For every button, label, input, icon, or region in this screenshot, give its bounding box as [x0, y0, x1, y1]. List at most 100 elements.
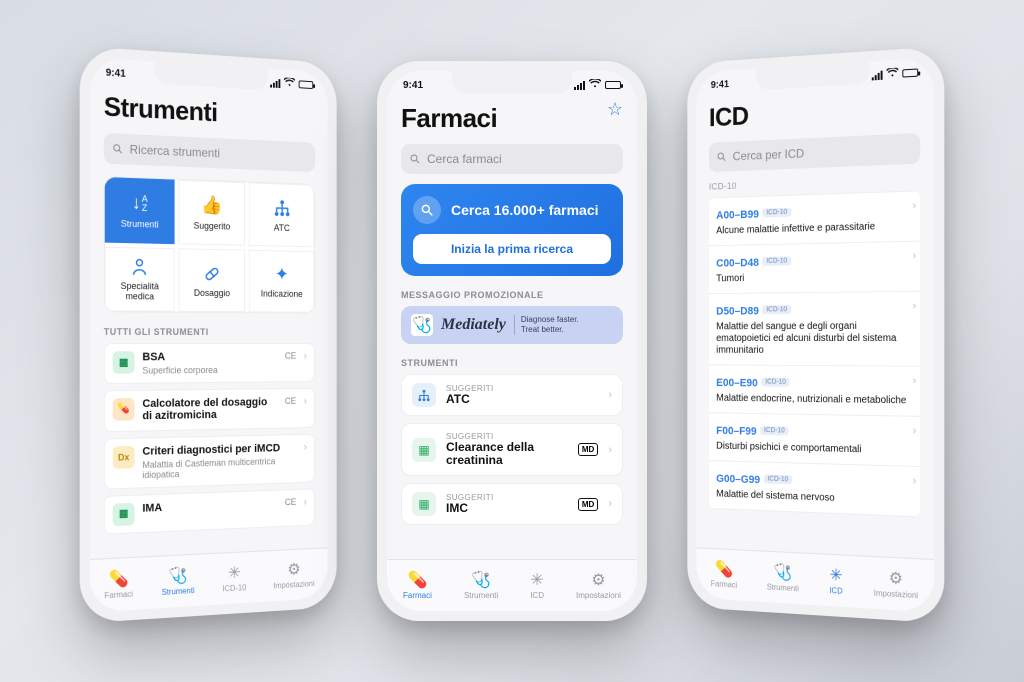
stethoscope-icon: 🩺 — [471, 571, 491, 589]
tile-specialita[interactable]: Specialità medica — [105, 246, 174, 312]
tab-icd10[interactable]: ✳ICD-10 — [222, 563, 246, 593]
stethoscope-icon: 🩺 — [169, 566, 188, 585]
calc-icon: ▦ — [412, 438, 436, 462]
tab-bar: 💊Farmaci 🩺Strumenti ✳ICD-10 ⚙Impostazion… — [90, 547, 328, 612]
phone-strumenti: 9:41 Strumenti Ricerca strumenti ↓AZ Str… — [80, 46, 337, 623]
category-grid: ↓AZ Strumenti 👍 Suggerito ATC — [104, 176, 315, 314]
search-icon — [112, 142, 124, 155]
hero-text: Cerca 16.000+ farmaci — [451, 202, 599, 218]
tool-list: ▦ BSASuperficie corporea CE› 💊 Calcolato… — [104, 343, 315, 534]
md-badge: MD — [578, 498, 598, 511]
chevron-right-icon: › — [304, 496, 307, 508]
asterisk-icon: ✳ — [530, 571, 543, 589]
tool-badge-icon: ▦ — [113, 503, 135, 526]
notch — [452, 71, 572, 93]
chevron-right-icon: › — [913, 300, 917, 312]
chevron-right-icon: › — [913, 250, 917, 262]
sparkle-icon: ✦ — [275, 264, 289, 286]
wifi-icon — [589, 79, 601, 91]
battery-icon — [299, 80, 314, 89]
tile-dosaggio[interactable]: Dosaggio — [178, 248, 245, 313]
all-tools-label: TUTTI GLI STRUMENTI — [104, 327, 315, 337]
page-title: Strumenti — [104, 91, 315, 133]
promo-banner[interactable]: 🩺 Mediately Diagnose faster.Treat better… — [401, 306, 623, 344]
tab-strumenti[interactable]: 🩺Strumenti — [767, 563, 799, 594]
icd-row[interactable]: A00–B99ICD-10Alcune malattie infettive e… — [709, 190, 920, 246]
wifi-icon — [886, 68, 898, 81]
status-time: 9:41 — [403, 80, 423, 91]
chevron-right-icon: › — [913, 475, 917, 487]
icd-row[interactable]: F00–F99ICD-10Disturbi psichici e comport… — [709, 413, 920, 467]
tool-row[interactable]: Dx Criteri diagnostici per iMCDMalattia … — [104, 434, 315, 490]
asterisk-icon: ✳ — [228, 564, 241, 583]
chevron-right-icon: › — [913, 200, 917, 212]
tab-impostazioni[interactable]: ⚙Impostazioni — [273, 560, 314, 591]
tile-suggerito[interactable]: 👍 Suggerito — [178, 180, 245, 246]
icd-list: A00–B99ICD-10Alcune malattie infettive e… — [709, 190, 920, 517]
tab-farmaci[interactable]: 💊Farmaci — [711, 560, 737, 590]
tab-bar: 💊Farmaci 🩺Strumenti ✳ICD ⚙Impostazioni — [387, 559, 637, 611]
doctor-icon — [131, 256, 149, 279]
gear-icon: ⚙ — [591, 571, 605, 589]
tool-row[interactable]: ▦ IMA CE› — [104, 488, 315, 534]
hero-start-button[interactable]: Inizia la prima ricerca — [413, 234, 611, 264]
signal-icon — [574, 81, 585, 90]
gear-icon: ⚙ — [287, 560, 300, 578]
tab-icd[interactable]: ✳ICD — [829, 566, 842, 596]
search-input[interactable]: Cerca farmaci — [401, 144, 623, 174]
search-icon — [409, 153, 421, 165]
thumbs-up-icon: 👍 — [201, 194, 222, 217]
wifi-icon — [284, 77, 295, 89]
promo-label: MESSAGGIO PROMOZIONALE — [401, 290, 623, 300]
tab-impostazioni[interactable]: ⚙Impostazioni — [874, 568, 918, 600]
tile-atc[interactable]: ATC — [249, 182, 314, 246]
page-title: ICD — [709, 91, 920, 133]
tool-badge-icon: 💊 — [113, 398, 135, 421]
search-icon — [413, 196, 441, 224]
chevron-right-icon: › — [608, 498, 612, 510]
strumenti-label: STRUMENTI — [401, 358, 623, 368]
tab-farmaci[interactable]: 💊Farmaci — [403, 571, 432, 600]
icd-section-label: ICD-10 — [709, 174, 920, 192]
search-input[interactable]: Ricerca strumenti — [104, 133, 315, 172]
icd-row[interactable]: E00–E90ICD-10Malattie endocrine, nutrizi… — [709, 365, 920, 416]
tool-row[interactable]: ▦ BSASuperficie corporea CE› — [104, 343, 315, 384]
icd-row[interactable]: D50–D89ICD-10Malattie del sangue e degli… — [709, 292, 920, 367]
pill-icon: 💊 — [109, 569, 129, 588]
battery-icon — [605, 81, 621, 89]
tab-strumenti[interactable]: 🩺Strumenti — [464, 571, 498, 600]
page-title: Farmaci — [401, 103, 497, 134]
gear-icon: ⚙ — [889, 569, 903, 588]
promo-brand: Mediately — [441, 316, 506, 334]
status-time: 9:41 — [711, 79, 729, 91]
phone-farmaci: 9:41 Farmaci ☆ Cerca farmaci — [377, 61, 647, 621]
tab-strumenti[interactable]: 🩺Strumenti — [162, 566, 195, 597]
suggested-creatinina[interactable]: ▦ SUGGERITIClearance della creatinina MD… — [401, 423, 623, 476]
tab-farmaci[interactable]: 💊Farmaci — [104, 569, 133, 600]
pill-icon: 💊 — [715, 560, 733, 579]
search-icon — [716, 151, 727, 163]
search-input[interactable]: Cerca per ICD — [709, 133, 920, 172]
signal-icon — [270, 78, 280, 87]
hero-card: Cerca 16.000+ farmaci Inizia la prima ri… — [401, 184, 623, 276]
pill-icon: 💊 — [408, 571, 428, 589]
icd-row[interactable]: C00–D48ICD-10Tumori › — [709, 242, 920, 295]
promo-tagline: Diagnose faster.Treat better. — [514, 315, 579, 334]
sort-az-icon: ↓AZ — [132, 192, 148, 215]
tool-row[interactable]: 💊 Calcolatore del dosaggio di azitromici… — [104, 388, 315, 433]
chevron-right-icon: › — [913, 425, 917, 437]
chevron-right-icon: › — [304, 442, 307, 454]
star-icon[interactable]: ☆ — [607, 99, 623, 120]
tab-impostazioni[interactable]: ⚙Impostazioni — [576, 571, 621, 600]
icd-row[interactable]: G00–G99ICD-10Malattie del sistema nervos… — [709, 461, 920, 517]
tile-strumenti[interactable]: ↓AZ Strumenti — [105, 177, 174, 244]
chevron-right-icon: › — [608, 444, 612, 456]
phone-icd: 9:41 ICD Cerca per ICD ICD-10 A00–B99ICD… — [687, 46, 944, 623]
battery-icon — [902, 68, 918, 77]
calc-icon: ▦ — [412, 492, 436, 516]
md-badge: MD — [578, 443, 598, 456]
tile-indicazione[interactable]: ✦ Indicazione — [249, 249, 314, 312]
suggested-atc[interactable]: SUGGERITIATC › — [401, 374, 623, 416]
tab-icd[interactable]: ✳ICD — [530, 571, 544, 600]
suggested-imc[interactable]: ▦ SUGGERITIIMC MD › — [401, 483, 623, 525]
